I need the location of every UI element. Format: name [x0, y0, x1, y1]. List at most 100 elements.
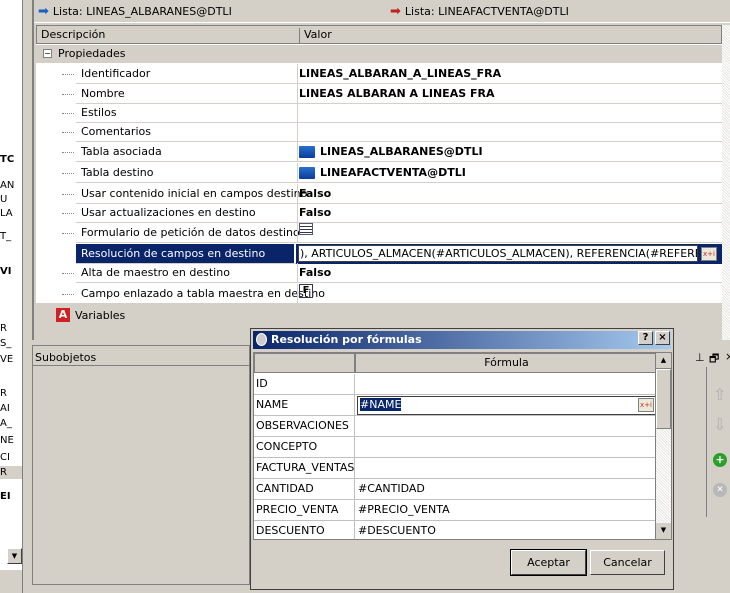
formula-editor-button[interactable]: x+i: [638, 398, 654, 412]
field-name: ID: [256, 377, 268, 390]
arrow-out-icon: ➡: [390, 4, 401, 19]
field-formula[interactable]: #DESCUENTO: [358, 521, 436, 539]
help-button[interactable]: ?: [638, 331, 653, 345]
property-row[interactable]: Campo enlazado a tabla maestra en destin…: [62, 284, 722, 304]
formula-editor-button[interactable]: x+i: [701, 247, 717, 261]
group-propiedades[interactable]: − Propiedades: [36, 45, 722, 63]
form-icon[interactable]: [299, 223, 313, 235]
source-list: ➡ Lista: LINEAS_ALBARANES@DTLI: [38, 4, 232, 19]
fragment: AI: [0, 403, 10, 414]
fragment: T_: [0, 231, 12, 242]
property-name: Usar contenido inicial en campos destino: [81, 187, 308, 200]
fragment: R: [0, 466, 23, 479]
add-icon[interactable]: +: [713, 453, 727, 467]
formula-row[interactable]: ID: [254, 374, 656, 395]
field-formula[interactable]: #CANTIDAD: [358, 479, 425, 499]
source-list-label: Lista: LINEAS_ALBARANES@DTLI: [52, 5, 232, 18]
formula-row[interactable]: OBSERVACIONES: [254, 416, 656, 437]
formula-row[interactable]: FACTURA_VENTAS: [254, 458, 656, 479]
cancelar-button[interactable]: Cancelar: [590, 550, 665, 575]
field-name: NAME: [256, 398, 289, 411]
property-row[interactable]: Resolución de campos en destino ), ARTIC…: [76, 244, 722, 264]
field-name: DESCUENTO: [256, 524, 325, 537]
property-value: Falso: [299, 187, 332, 200]
close-icon[interactable]: ×: [725, 350, 730, 363]
col-field[interactable]: [254, 353, 355, 373]
property-name: Tabla destino: [81, 166, 154, 179]
scroll-thumb[interactable]: [656, 369, 671, 429]
property-value: LINEAFACTVENTA@DTLI: [320, 166, 466, 179]
property-row[interactable]: Tabla asociada LINEAS_ALBARANES@DTLI: [62, 142, 722, 162]
property-grid: Descripción Valor − Propiedades Identifi…: [36, 25, 722, 304]
fragment: NE: [0, 435, 14, 446]
property-name: Resolución de campos en destino: [76, 244, 294, 263]
formula-row[interactable]: CONCEPTO: [254, 437, 656, 458]
toolbar: ➡ Lista: LINEAS_ALBARANES@DTLI ➡ Lista: …: [34, 0, 730, 23]
property-row[interactable]: Estilos: [62, 103, 722, 123]
dialog-titlebar: Resolución por fórmulas: [253, 331, 671, 349]
dialog-title: Resolución por fórmulas: [271, 333, 422, 346]
fragment: LA: [0, 208, 13, 219]
resolution-input[interactable]: ), ARTICULOS_ALMACEN(#ARTICULOS_ALMACEN)…: [298, 245, 698, 262]
dialog-scrollbar[interactable]: ▲ ▼: [655, 352, 672, 540]
property-row[interactable]: Usar actualizaciones en destino Falso: [62, 203, 722, 223]
property-name: Formulario de petición de datos destino: [81, 226, 300, 239]
property-row[interactable]: Formulario de petición de datos destino: [62, 223, 722, 243]
property-row[interactable]: Comentarios: [62, 122, 722, 142]
side-toolbar: ⊥ 🗗 × ⇧ ⇩ + ✕: [683, 345, 730, 590]
field-name: PRECIO_VENTA: [256, 503, 339, 516]
fragment: A_: [0, 418, 12, 429]
field-icon[interactable]: F: [299, 284, 313, 298]
formula-input[interactable]: #NAME: [360, 398, 402, 411]
group-label: Propiedades: [58, 47, 126, 60]
property-row[interactable]: Nombre LINEAS ALBARAN A LINEAS FRA: [62, 84, 722, 104]
property-row[interactable]: Tabla destino LINEAFACTVENTA@DTLI: [62, 163, 722, 183]
splitter[interactable]: [22, 0, 32, 593]
variables-label: Variables: [75, 308, 126, 322]
field-name: OBSERVACIONES: [256, 419, 349, 432]
variables-icon: A: [56, 308, 70, 322]
formula-dialog: Resolución por fórmulas ? × Fórmula ID NA…: [250, 328, 674, 590]
dialog-close-button[interactable]: ×: [655, 331, 670, 345]
property-name: Campo enlazado a tabla maestra en destin…: [81, 287, 325, 300]
property-name: Comentarios: [81, 125, 151, 138]
property-name: Tabla asociada: [81, 145, 162, 158]
fragment: EI: [0, 491, 11, 502]
property-value: LINEAS_ALBARAN_A_LINEAS_FRA: [299, 67, 502, 80]
left-panel: TC AN U LA T_ VI R S_ VE R AI A_ NE CI R…: [0, 0, 24, 570]
aceptar-button[interactable]: Aceptar: [510, 549, 587, 576]
property-row[interactable]: Usar contenido inicial en campos destino…: [62, 184, 722, 204]
group-variables[interactable]: A Variables: [56, 306, 125, 324]
folder-icon: [299, 145, 315, 158]
subobjetos-panel: Subobjetos: [32, 345, 250, 585]
field-name: FACTURA_VENTAS: [256, 461, 355, 474]
grid-scrollbar[interactable]: [722, 25, 730, 340]
fragment: TC: [0, 154, 15, 165]
scroll-down-button[interactable]: ▼: [7, 548, 22, 564]
property-name: Nombre: [81, 87, 125, 100]
formula-row[interactable]: PRECIO_VENTA #PRECIO_VENTA: [254, 500, 656, 521]
formula-row[interactable]: CANTIDAD #CANTIDAD: [254, 479, 656, 500]
pin-icon[interactable]: ⊥: [695, 351, 705, 364]
property-row[interactable]: Identificador LINEAS_ALBARAN_A_LINEAS_FRA: [62, 64, 722, 84]
formula-row[interactable]: DESCUENTO #DESCUENTO: [254, 521, 656, 539]
property-name: Usar actualizaciones en destino: [81, 206, 256, 219]
formula-row[interactable]: NAME #NAME x+i: [254, 395, 656, 416]
col-valor[interactable]: Valor: [299, 28, 332, 43]
property-name: Identificador: [81, 67, 151, 80]
property-name: Estilos: [81, 106, 117, 119]
properties-panel: ➡ Lista: LINEAS_ALBARANES@DTLI ➡ Lista: …: [32, 0, 730, 340]
field-name: CANTIDAD: [256, 482, 314, 495]
delete-icon[interactable]: ✕: [713, 483, 727, 497]
col-formula[interactable]: Fórmula: [355, 353, 656, 373]
move-up-icon[interactable]: ⇧: [713, 385, 726, 404]
property-row[interactable]: Alta de maestro en destino Falso: [62, 263, 722, 283]
grid-header: Descripción Valor: [36, 25, 722, 44]
arrow-in-icon: ➡: [38, 4, 49, 19]
collapse-icon[interactable]: −: [43, 49, 52, 58]
fragment: CI: [0, 452, 10, 463]
field-formula[interactable]: #PRECIO_VENTA: [358, 500, 450, 520]
col-descripcion[interactable]: Descripción: [41, 28, 105, 41]
fragment: R: [0, 323, 7, 334]
move-down-icon[interactable]: ⇩: [713, 415, 726, 434]
